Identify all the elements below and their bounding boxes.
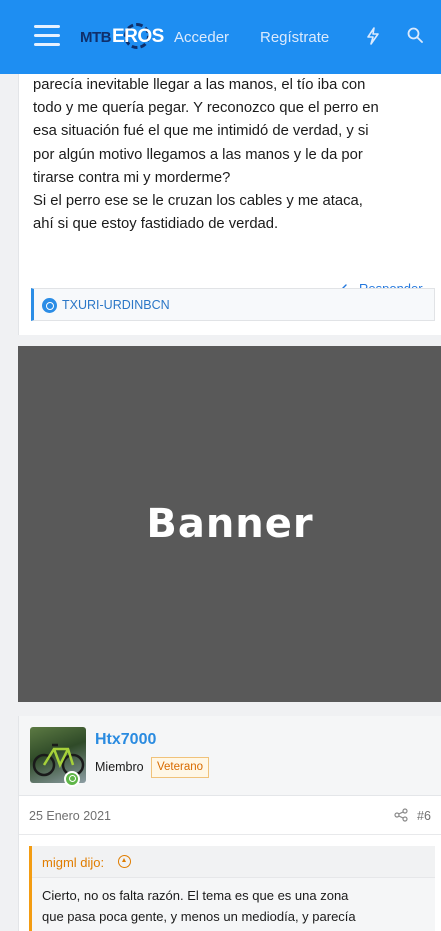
author-header: Htx7000 Miembro Veterano: [19, 716, 441, 796]
post-card: parecía inevitable llegar a las manos, e…: [18, 74, 441, 335]
bolt-icon[interactable]: [366, 27, 380, 45]
post-line: esa situación fué el que me intimidó de …: [33, 123, 369, 140]
register-link[interactable]: Regístrate: [260, 29, 329, 46]
post-body: parecía inevitable llegar a las manos, e…: [33, 74, 441, 236]
post-card: Htx7000 Miembro Veterano 25 Enero 2021 #…: [18, 716, 441, 931]
quote-block: migml dijo: Cierto, no os falta razón. E…: [29, 846, 435, 931]
like-icon: [42, 298, 57, 313]
post-number-link[interactable]: #6: [417, 809, 431, 823]
top-navigation-bar: MTB EROS Acceder Regístrate: [0, 0, 441, 74]
post-line: Si el perro ese se le cruzan los cables …: [33, 193, 363, 210]
quote-line: que pasa poca gente, y menos un mediodía…: [42, 909, 356, 924]
jump-to-quote-icon[interactable]: [118, 855, 131, 868]
login-link[interactable]: Acceder: [174, 29, 229, 46]
author-name-link[interactable]: Htx7000: [95, 731, 156, 749]
share-icon[interactable]: [394, 808, 408, 822]
post-date-link[interactable]: 25 Enero 2021: [29, 809, 111, 823]
quote-author-link[interactable]: migml dijo:: [42, 855, 104, 870]
quote-body: Cierto, no os falta razón. El tema es qu…: [42, 885, 434, 927]
site-logo[interactable]: MTB EROS: [80, 23, 164, 50]
post-line: todo y me quería pegar. Y reconozco que …: [33, 100, 379, 117]
post-meta: 25 Enero 2021 #6: [19, 796, 441, 835]
online-status-icon: [64, 771, 80, 787]
logo-mtb-text: MTB: [80, 28, 112, 46]
post-line: ahí si que estoy fastidiado de verdad.: [33, 216, 279, 233]
reactions-bar: TXURI-URDINBCN: [31, 288, 435, 321]
quote-header: migml dijo:: [32, 846, 435, 878]
post-line: por algún motivo llegamos a las manos y …: [33, 146, 363, 163]
hamburger-icon[interactable]: [34, 25, 60, 46]
user-badge: Veterano: [151, 757, 210, 778]
quote-line: Cierto, no os falta razón. El tema es qu…: [42, 888, 349, 903]
reaction-user-link[interactable]: TXURI-URDINBCN: [62, 298, 170, 312]
ad-banner[interactable]: Banner: [18, 346, 441, 702]
banner-label: Banner: [146, 501, 314, 547]
post-line: tirarse contra mi y morderme?: [33, 169, 231, 186]
search-icon[interactable]: [407, 27, 423, 43]
logo-eros-text: EROS: [112, 26, 164, 47]
user-role: Miembro: [95, 760, 144, 774]
post-line: parecía inevitable llegar a las manos, e…: [33, 77, 366, 93]
